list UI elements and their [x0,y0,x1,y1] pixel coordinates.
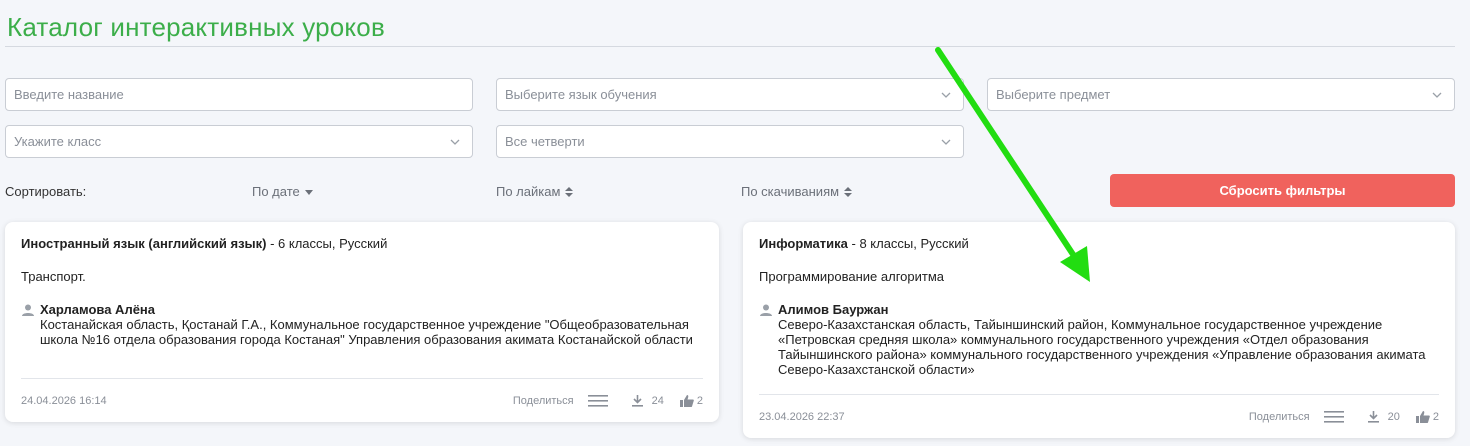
card-subject: Иностранный язык (английский язык) [21,236,267,251]
author-name: Харламова Алёна [40,302,156,317]
sort-by-likes-label: По лайкам [496,184,561,199]
sort-by-date[interactable]: По дате [252,184,313,199]
card-topic[interactable]: Транспорт. [21,269,703,284]
sort-by-downloads-label: По скачиваниям [741,184,840,199]
thumbs-up-icon [1415,410,1430,423]
download-button[interactable]: 24 [631,394,664,407]
card-date: 24.04.2026 16:14 [21,394,107,407]
card-topic[interactable]: Программирование алгоритма [759,269,1439,284]
like-button[interactable]: 2 [1415,410,1439,423]
page-title: Каталог интерактивных уроков [7,12,385,42]
quarter-select-value: Все четверти [505,134,585,149]
chevron-down-icon [450,139,460,145]
card-author: Алимов Бауржан [759,302,1439,317]
card-meta: - 8 классы, Русский [847,236,969,251]
card-actions: Поделиться 24 2 [512,394,703,407]
card-footer: 23.04.2026 22:37 Поделиться 20 2 [759,394,1439,438]
share-button[interactable]: Поделиться [1248,410,1368,423]
chevron-down-icon [941,92,951,98]
share-label: Поделиться [1248,410,1310,423]
author-name: Алимов Бауржан [778,302,889,317]
card-heading: Информатика - 8 классы, Русский [759,236,1439,251]
download-count: 20 [1387,410,1400,423]
subject-select[interactable]: Выберите предмет [987,78,1455,111]
card-date: 23.04.2026 22:37 [759,410,845,423]
chevron-down-icon [1432,92,1442,98]
subject-select-placeholder: Выберите предмет [996,87,1111,102]
thumbs-up-icon [679,394,694,407]
reset-filters-button[interactable]: Сбросить фильтры [1110,174,1455,207]
sort-updown-icon [844,186,853,197]
download-button[interactable]: 20 [1367,410,1400,423]
author-organization: Костанайская область, Қостанай Г.А., Ком… [40,317,693,347]
card-actions: Поделиться 20 2 [1248,410,1439,423]
download-count: 24 [651,394,664,407]
language-select[interactable]: Выберите язык обучения [496,78,964,111]
user-icon [22,304,34,316]
grade-select-placeholder: Укажите класс [14,134,102,149]
like-count: 2 [696,394,703,407]
card-subject: Информатика [759,236,848,251]
lesson-card[interactable]: Иностранный язык (английский язык) - 6 к… [5,222,719,422]
user-icon [760,304,772,316]
author-organization: Северо-Казахстанская область, Тайыншинск… [778,317,1426,377]
card-author: Харламова Алёна [21,302,703,317]
share-button[interactable]: Поделиться [512,394,632,407]
grade-select[interactable]: Укажите класс [5,125,473,158]
language-select-placeholder: Выберите язык обучения [505,87,657,102]
menu-icon [587,394,608,407]
sort-by-downloads[interactable]: По скачиваниям [741,184,853,199]
name-search-input[interactable] [14,79,472,110]
sort-updown-icon [565,186,574,197]
share-label: Поделиться [512,394,574,407]
like-count: 2 [1432,410,1439,423]
sort-by-date-label: По дате [252,184,300,199]
card-heading: Иностранный язык (английский язык) - 6 к… [21,236,703,251]
card-meta: - 6 классы, Русский [266,236,388,251]
chevron-down-icon [941,139,951,145]
title-divider [5,46,1455,47]
quarter-select[interactable]: Все четверти [496,125,964,158]
sort-by-likes[interactable]: По лайкам [496,184,574,199]
caret-down-icon [304,189,313,195]
name-search-field[interactable] [5,78,473,111]
lesson-card[interactable]: Информатика - 8 классы, Русский Программ… [743,222,1455,438]
card-footer: 24.04.2026 16:14 Поделиться 24 2 [21,378,703,422]
menu-icon [1323,410,1344,423]
download-icon [1367,410,1379,423]
sort-label: Сортировать: [5,184,87,199]
download-icon [631,394,643,407]
like-button[interactable]: 2 [679,394,703,407]
